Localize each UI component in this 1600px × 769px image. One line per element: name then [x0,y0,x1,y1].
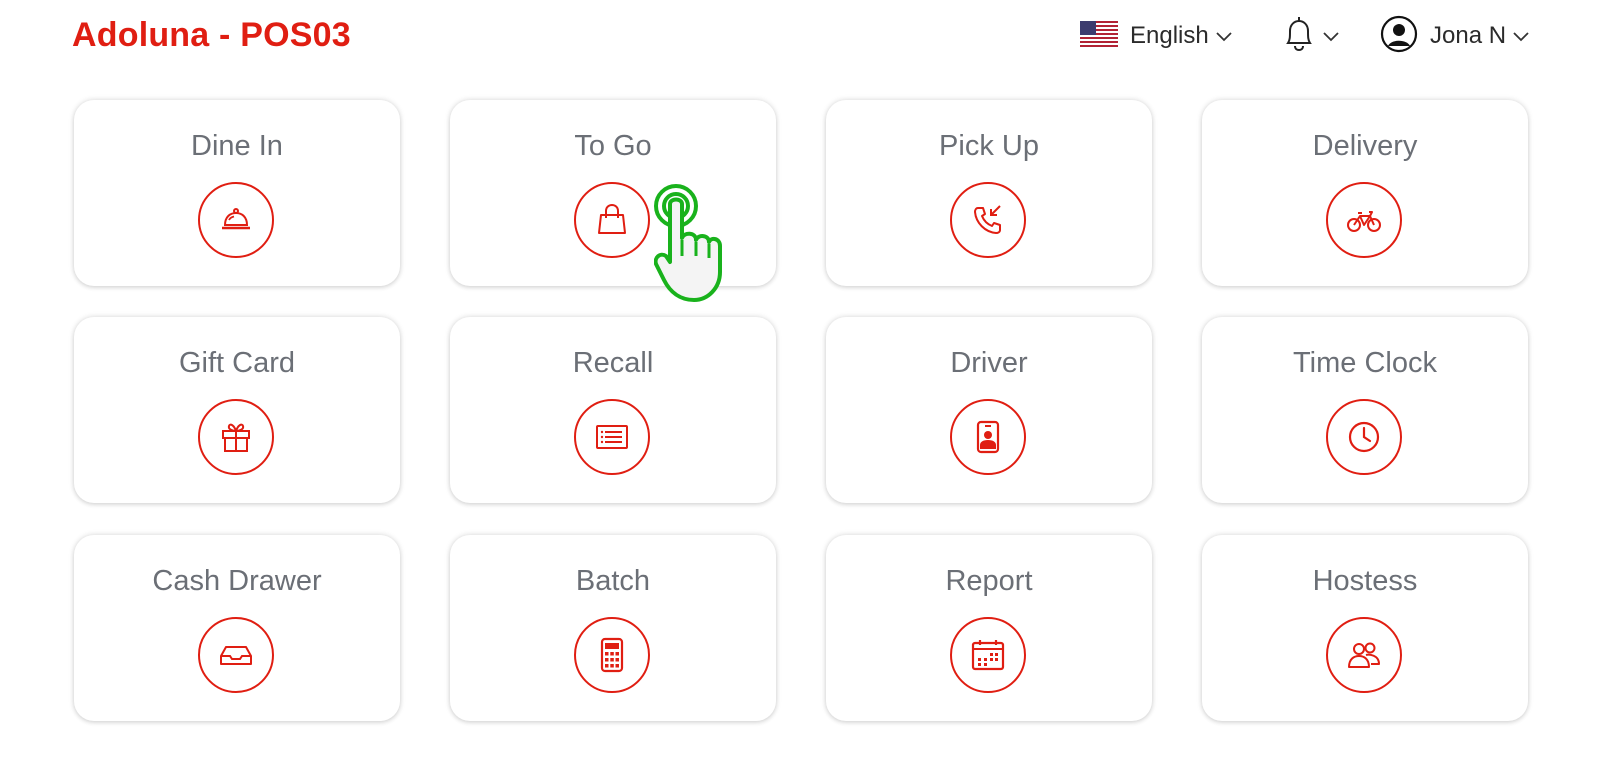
notifications-button[interactable] [1282,16,1340,56]
tap-hand-cursor-icon [653,180,734,310]
tile-label: Pick Up [939,130,1039,162]
language-label: English [1130,22,1209,49]
shopping-bag-icon [574,182,650,258]
chevron-down-icon [1322,30,1340,42]
users-icon [1326,617,1402,693]
incoming-call-icon [950,182,1026,258]
user-name: Jona N [1430,22,1507,49]
chevron-down-icon [1215,30,1233,42]
driver-badge-icon [950,399,1026,475]
user-menu[interactable]: Jona N [1380,15,1530,58]
gift-icon [198,399,274,475]
top-bar: Adoluna - POS03 English Jona N [0,0,1600,80]
tile-cash-drawer[interactable]: Cash Drawer [74,535,400,721]
chevron-down-icon [1512,30,1530,42]
tile-label: Driver [950,347,1028,379]
drawer-icon [198,617,274,693]
tile-label: Hostess [1312,565,1418,597]
tile-label: Gift Card [178,347,296,379]
tile-label: Cash Drawer [152,565,322,597]
tile-batch[interactable]: Batch [450,535,776,721]
tile-time-clock[interactable]: Time Clock [1202,317,1528,503]
app-title: Adoluna - POS03 [72,16,351,54]
tile-pick-up[interactable]: Pick Up [826,100,1152,286]
calculator-icon [574,617,650,693]
tile-label: Time Clock [1293,347,1437,379]
calendar-icon [950,617,1026,693]
tile-label: Dine In [191,130,283,162]
tile-label: To Go [574,130,652,162]
language-selector[interactable]: English [1080,16,1233,56]
tile-label: Recall [572,347,654,379]
menu-grid: Dine In To Go Pick Up Delivery Gift Card… [74,100,1530,740]
tile-dine-in[interactable]: Dine In [74,100,400,286]
cloche-icon [198,182,274,258]
tile-delivery[interactable]: Delivery [1202,100,1528,286]
tile-report[interactable]: Report [826,535,1152,721]
tile-driver[interactable]: Driver [826,317,1152,503]
receipt-list-icon [574,399,650,475]
tile-hostess[interactable]: Hostess [1202,535,1528,721]
tile-label: Batch [575,565,651,597]
bell-icon [1282,15,1316,58]
bicycle-icon [1326,182,1402,258]
clock-icon [1326,399,1402,475]
us-flag-icon [1080,20,1118,52]
tile-gift-card[interactable]: Gift Card [74,317,400,503]
tile-label: Delivery [1312,130,1418,162]
tile-recall[interactable]: Recall [450,317,776,503]
user-avatar-icon [1380,15,1418,58]
tile-label: Report [945,565,1033,597]
